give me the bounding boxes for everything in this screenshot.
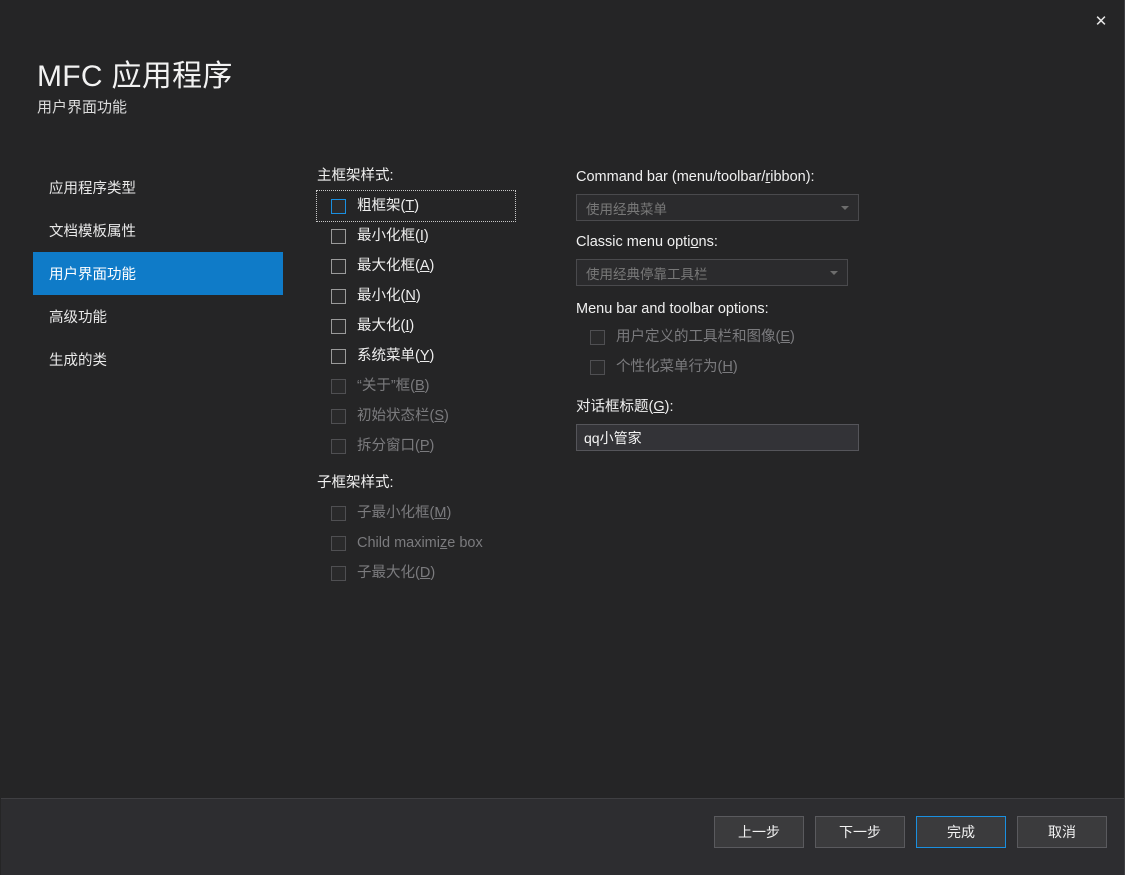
checkbox-icon[interactable] [331, 348, 346, 364]
checkbox-row: 子最大化(D) [317, 558, 567, 588]
sidebar-item-label: 应用程序类型 [49, 181, 136, 197]
checkbox-row[interactable]: 最小化(N) [317, 281, 567, 311]
checkbox-icon[interactable] [331, 198, 346, 214]
checkbox-row: 个性化菜单行为(H) [576, 352, 866, 382]
checkbox-label: 粗框架(T) [357, 198, 420, 214]
checkbox-row: 拆分窗口(P) [317, 431, 567, 461]
checkbox-icon [331, 565, 346, 581]
checkbox-label: 系统菜单(Y) [357, 348, 435, 364]
classic-menu-label: Classic menu options: [576, 234, 718, 250]
chevron-down-icon [830, 270, 838, 275]
main-frame-styles-list: 粗框架(T) 最小化框(I) 最大化框(A) 最小化(N) 最大化(I) 系统菜单(Y) “… [316, 190, 567, 461]
command-bar-select[interactable]: 使用经典菜单 [576, 194, 859, 221]
footer-button-3[interactable]: 取消 [1017, 816, 1107, 848]
dialog-title-value: qq小管家 [584, 429, 642, 446]
command-bar-value: 使用经典菜单 [586, 201, 667, 217]
checkbox-row: “关于”框(B) [317, 371, 567, 401]
checkbox-icon[interactable] [331, 318, 346, 334]
checkbox-label: 用户定义的工具栏和图像(E) [616, 329, 795, 345]
checkbox-label: “关于”框(B) [357, 378, 430, 394]
sidebar-item-0[interactable]: 应用程序类型 [33, 166, 283, 209]
menu-toolbar-options-label: Menu bar and toolbar options: [576, 301, 769, 317]
checkbox-row[interactable]: 系统菜单(Y) [317, 341, 567, 371]
page-header: MFC 应用程序 用户界面功能 [37, 58, 233, 119]
checkbox-row: 初始状态栏(S) [317, 401, 567, 431]
dialog-title-input[interactable]: qq小管家 [576, 424, 859, 451]
sidebar-item-2[interactable]: 用户界面功能 [33, 252, 283, 295]
footer-button-label: 完成 [947, 824, 975, 840]
checkbox-label: 子最大化(D) [357, 565, 436, 581]
checkbox-icon [331, 505, 346, 521]
checkbox-icon [331, 438, 346, 454]
page-title: MFC 应用程序 [37, 60, 233, 93]
checkbox-icon [331, 378, 346, 394]
dialog-title-label: 对话框标题(G): [576, 399, 674, 415]
sidebar-item-1[interactable]: 文档模板属性 [33, 209, 283, 252]
command-bar-column: Command bar (menu/toolbar/ribbon): 使用经典菜… [576, 166, 866, 451]
sidebar-item-3[interactable]: 高级功能 [33, 295, 283, 338]
page-subtitle: 用户界面功能 [37, 99, 128, 116]
child-frame-styles-label: 子框架样式: [317, 475, 394, 491]
checkbox-icon [590, 329, 605, 345]
command-bar-label: Command bar (menu/toolbar/ribbon): [576, 169, 815, 185]
checkbox-label: 个性化菜单行为(H) [616, 359, 738, 375]
checkbox-label: 拆分窗口(P) [357, 438, 435, 454]
checkbox-row[interactable]: 最小化框(I) [317, 221, 567, 251]
footer-button-label: 下一步 [839, 824, 881, 840]
checkbox-icon [331, 408, 346, 424]
checkbox-icon[interactable] [331, 228, 346, 244]
footer-button-0[interactable]: 上一步 [714, 816, 804, 848]
footer-bar: 上一步 下一步 完成 取消 [1, 798, 1124, 875]
sidebar-item-4[interactable]: 生成的类 [33, 338, 283, 381]
wizard-step-sidebar: 应用程序类型 文档模板属性 用户界面功能 高级功能生成的类 [33, 166, 283, 381]
checkbox-label: 最小化(N) [357, 288, 421, 304]
sidebar-item-label: 生成的类 [49, 353, 107, 369]
sidebar-item-label: 用户界面功能 [49, 267, 136, 283]
classic-menu-value: 使用经典停靠工具栏 [586, 266, 708, 282]
checkbox-icon[interactable] [331, 288, 346, 304]
checkbox-row[interactable]: 粗框架(T) [316, 190, 516, 222]
footer-button-1[interactable]: 下一步 [815, 816, 905, 848]
title-bar: ✕ [0, 0, 1125, 44]
checkbox-label: 最大化(I) [357, 318, 415, 334]
checkbox-label: 最小化框(I) [357, 228, 429, 244]
classic-menu-select[interactable]: 使用经典停靠工具栏 [576, 259, 848, 286]
footer-button-2[interactable]: 完成 [916, 816, 1006, 848]
checkbox-label: 初始状态栏(S) [357, 408, 449, 424]
checkbox-icon[interactable] [331, 258, 346, 274]
chevron-down-icon [841, 205, 849, 210]
frame-styles-column: 主框架样式: 粗框架(T) 最小化框(I) 最大化框(A) 最小化(N) 最大化(I) 系… [316, 166, 567, 588]
child-frame-styles-list: 子最小化框(M) Child maximize box 子最大化(D) [317, 498, 567, 588]
checkbox-row[interactable]: 最大化(I) [317, 311, 567, 341]
sidebar-item-label: 文档模板属性 [49, 224, 136, 240]
checkbox-label: Child maximize box [357, 535, 483, 551]
checkbox-row: 子最小化框(M) [317, 498, 567, 528]
mfc-wizard-window: ✕ MFC 应用程序 用户界面功能 应用程序类型 文档模板属性 用户界面功能 高级功能… [0, 0, 1125, 875]
footer-button-row: 上一步 下一步 完成 取消 [714, 816, 1107, 848]
footer-button-label: 取消 [1048, 824, 1076, 840]
main-frame-styles-label: 主框架样式: [317, 168, 394, 184]
checkbox-label: 最大化框(A) [357, 258, 435, 274]
checkbox-row: Child maximize box [317, 528, 567, 558]
menu-toolbar-options-list: 用户定义的工具栏和图像(E) 个性化菜单行为(H) [576, 322, 866, 382]
checkbox-row: 用户定义的工具栏和图像(E) [576, 322, 866, 352]
checkbox-label: 子最小化框(M) [357, 505, 452, 521]
close-icon[interactable]: ✕ [1085, 6, 1117, 36]
sidebar-item-label: 高级功能 [49, 310, 107, 326]
footer-button-label: 上一步 [738, 824, 780, 840]
checkbox-icon [590, 359, 605, 375]
checkbox-icon [331, 535, 346, 551]
checkbox-row[interactable]: 最大化框(A) [317, 251, 567, 281]
